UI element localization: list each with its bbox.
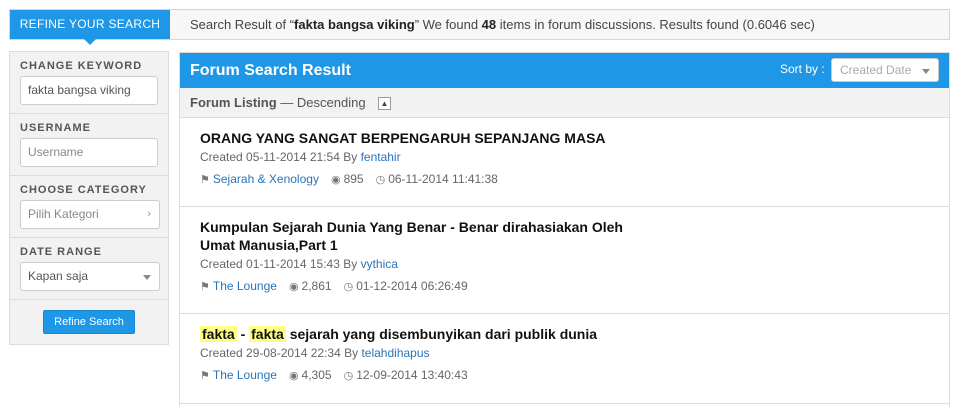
tag-icon: ⚑ bbox=[200, 370, 210, 382]
thread-created: Created 29-08-2014 22:34 By bbox=[200, 346, 362, 360]
thread-info: ⚑ The Lounge ◉ 4,305 ◷ 12-09-2014 13:40:43 bbox=[200, 367, 929, 384]
username-section: USERNAME Username bbox=[10, 114, 168, 176]
search-page: REFINE YOUR SEARCH Search Result of “fak… bbox=[0, 0, 964, 407]
thread-created: Created 01-11-2014 15:43 By bbox=[200, 257, 361, 271]
thread-last-post: 12-09-2014 13:40:43 bbox=[356, 368, 468, 382]
date-range-section: DATE RANGE Kapan saja bbox=[10, 238, 168, 300]
thread-item: Kumpulan Sejarah Dunia Yang Benar - Bena… bbox=[180, 207, 949, 314]
thread-item: fakta - fakta sejarah yang disembunyikan… bbox=[180, 314, 949, 404]
eye-icon: ◉ bbox=[288, 370, 299, 382]
result-summary: Search Result of “fakta bangsa viking” W… bbox=[190, 10, 815, 39]
listing-order: — Descending bbox=[276, 95, 366, 110]
title-rest: sejarah yang disembunyikan dari publik d… bbox=[285, 326, 598, 342]
thread-category-link[interactable]: The Lounge bbox=[213, 368, 277, 382]
keyword-section: CHANGE KEYWORD fakta bangsa viking bbox=[10, 52, 168, 114]
highlight-term: fakta bbox=[249, 326, 286, 342]
category-placeholder: Pilih Kategori bbox=[28, 207, 99, 221]
thread-views: 895 bbox=[343, 172, 364, 186]
thread-title[interactable]: Kumpulan Sejarah Dunia Yang Benar - Bena… bbox=[200, 218, 660, 254]
thread-info: ⚑ The Lounge ◉ 2,861 ◷ 01-12-2014 06:26:49 bbox=[200, 278, 929, 295]
category-label: CHOOSE CATEGORY bbox=[20, 184, 147, 196]
thread-category-link[interactable]: Sejarah & Xenology bbox=[213, 172, 319, 186]
listing-bar: Forum Listing — Descending ▲ bbox=[180, 88, 949, 118]
sort-label: Sort by : bbox=[780, 62, 825, 76]
caret-down-icon bbox=[922, 69, 930, 74]
date-range-value: Kapan saja bbox=[28, 269, 89, 283]
sort-select[interactable]: Created Date bbox=[831, 58, 939, 82]
clock-icon: ◷ bbox=[343, 370, 354, 382]
thread-views: 2,861 bbox=[301, 279, 332, 293]
keyword-label: CHANGE KEYWORD bbox=[20, 60, 143, 72]
tag-icon: ⚑ bbox=[200, 281, 210, 293]
thread-meta: Created 29-08-2014 22:34 By telahdihapus bbox=[200, 345, 929, 361]
summary-prefix: Search Result of “ bbox=[190, 17, 295, 32]
summary-count: 48 bbox=[481, 17, 497, 32]
summary-suffix: items in forum discussions. Results foun… bbox=[496, 17, 815, 32]
refine-sidebar: CHANGE KEYWORD fakta bangsa viking USERN… bbox=[9, 51, 169, 345]
listing-label: Forum Listing bbox=[190, 95, 277, 110]
eye-icon: ◉ bbox=[330, 174, 341, 186]
summary-query: fakta bangsa viking bbox=[294, 17, 415, 32]
category-section: CHOOSE CATEGORY Pilih Kategori › bbox=[10, 176, 168, 238]
tag-icon: ⚑ bbox=[200, 174, 210, 186]
keyword-input[interactable]: fakta bangsa viking bbox=[20, 76, 158, 105]
clock-icon: ◷ bbox=[375, 174, 386, 186]
thread-views: 4,305 bbox=[301, 368, 332, 382]
thread-title[interactable]: ORANG YANG SANGAT BERPENGARUH SEPANJANG … bbox=[200, 129, 660, 147]
title-separator: - bbox=[236, 326, 250, 342]
category-select[interactable]: Pilih Kategori › bbox=[20, 200, 160, 229]
highlight-term: fakta bbox=[200, 326, 237, 342]
caret-down-icon bbox=[143, 275, 151, 280]
thread-last-post: 01-12-2014 06:26:49 bbox=[356, 279, 468, 293]
clock-icon: ◷ bbox=[343, 281, 354, 293]
results-header: Forum Search Result Sort by : Created Da… bbox=[180, 53, 949, 88]
thread-meta: Created 01-11-2014 15:43 By vythica bbox=[200, 256, 929, 272]
collapse-up-icon[interactable]: ▲ bbox=[378, 97, 391, 110]
thread-author-link[interactable]: fentahir bbox=[361, 150, 401, 164]
sort-value: Created Date bbox=[840, 63, 912, 77]
username-input[interactable]: Username bbox=[20, 138, 158, 167]
thread-info: ⚑ Sejarah & Xenology ◉ 895 ◷ 06-11-2014 11:41… bbox=[200, 171, 929, 188]
thread-created: Created 05-11-2014 21:54 By bbox=[200, 150, 361, 164]
thread-meta: Created 05-11-2014 21:54 By fentahir bbox=[200, 149, 929, 165]
thread-last-post: 06-11-2014 11:41:38 bbox=[388, 172, 498, 186]
page-title: Forum Search Result bbox=[190, 62, 351, 79]
summary-mid: ” We found bbox=[414, 17, 482, 32]
results-panel: Forum Search Result Sort by : Created Da… bbox=[179, 52, 950, 407]
date-range-select[interactable]: Kapan saja bbox=[20, 262, 160, 291]
refine-search-tab[interactable]: REFINE YOUR SEARCH bbox=[10, 10, 170, 45]
chevron-right-icon: › bbox=[147, 208, 151, 220]
date-range-label: DATE RANGE bbox=[20, 246, 102, 258]
thread-category-link[interactable]: The Lounge bbox=[213, 279, 277, 293]
eye-icon: ◉ bbox=[288, 281, 299, 293]
search-summary-bar: REFINE YOUR SEARCH Search Result of “fak… bbox=[9, 9, 950, 45]
thread-author-link[interactable]: telahdihapus bbox=[361, 346, 429, 360]
refine-search-button[interactable]: Refine Search bbox=[43, 310, 135, 334]
thread-author-link[interactable]: vythica bbox=[361, 257, 398, 271]
thread-title[interactable]: fakta - fakta sejarah yang disembunyikan… bbox=[200, 325, 660, 343]
username-label: USERNAME bbox=[20, 122, 91, 134]
thread-item: ORANG YANG SANGAT BERPENGARUH SEPANJANG … bbox=[180, 118, 949, 207]
